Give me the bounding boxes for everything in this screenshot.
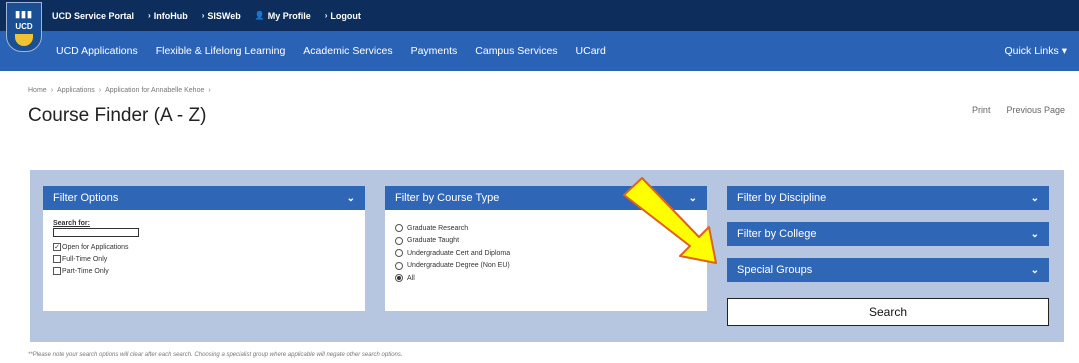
special-groups-header[interactable]: Special Groups ⌄ bbox=[727, 258, 1049, 282]
right-filters: Filter by Discipline ⌄ Filter by College… bbox=[727, 186, 1049, 294]
top-link-label: UCD Service Portal bbox=[52, 10, 135, 21]
chevron-right-icon: › bbox=[50, 87, 54, 94]
radio-button[interactable] bbox=[395, 249, 403, 258]
breadcrumb: Home › Applications › Application for An… bbox=[28, 87, 211, 94]
crest-logo-text: UCD bbox=[15, 22, 33, 31]
filter-options-body: Search for: ✓ Open for Applications Full… bbox=[43, 210, 365, 311]
checkbox-label: Full-Time Only bbox=[62, 255, 108, 263]
filters-container: Filter Options ⌄ Search for: ✓ Open for … bbox=[30, 170, 1064, 342]
course-type-title: Filter by Course Type bbox=[395, 192, 500, 204]
checkbox-full-time[interactable] bbox=[53, 255, 61, 263]
chevron-right-icon: › bbox=[208, 87, 211, 94]
nav-items: UCD Applications Flexible & Lifelong Lea… bbox=[56, 31, 606, 71]
top-link-sisweb[interactable]: › SISWeb bbox=[202, 11, 241, 21]
chevron-right-icon: › bbox=[148, 11, 151, 20]
checkbox-label: Open for Applications bbox=[62, 243, 129, 251]
checkbox-part-time[interactable] bbox=[53, 267, 61, 275]
chevron-right-icon: › bbox=[324, 11, 328, 20]
radio-button[interactable] bbox=[395, 236, 403, 245]
special-groups-title: Special Groups bbox=[737, 264, 813, 276]
course-type-header[interactable]: Filter by Course Type ⌄ bbox=[385, 186, 707, 210]
breadcrumb-home[interactable]: Home bbox=[28, 87, 47, 94]
caret-down-icon: ▾ bbox=[1061, 45, 1067, 57]
radio-graduate-research[interactable]: Graduate Research bbox=[395, 222, 697, 235]
chevron-down-icon: ⌄ bbox=[688, 192, 697, 204]
filter-options-title: Filter Options bbox=[53, 192, 119, 204]
check-full-time[interactable]: Full-Time Only bbox=[53, 253, 355, 265]
filter-options-panel: Filter Options ⌄ Search for: ✓ Open for … bbox=[43, 186, 365, 311]
top-link-label: My Profile bbox=[267, 10, 311, 21]
top-link-logout[interactable]: › Logout bbox=[325, 11, 361, 21]
crest-logo-emblem: ▮▮▮ bbox=[15, 9, 33, 19]
top-link-service-portal[interactable]: UCD Service Portal bbox=[52, 11, 134, 21]
page-actions: Print Previous Page bbox=[972, 105, 1065, 115]
chevron-down-icon: ⌄ bbox=[1030, 264, 1039, 276]
page-title: Course Finder (A - Z) bbox=[28, 105, 207, 126]
checkbox-open-applications[interactable]: ✓ bbox=[53, 243, 61, 251]
radio-undergrad-cert[interactable]: Undergraduate Cert and Diploma bbox=[395, 247, 697, 260]
top-link-label: Logout bbox=[330, 10, 361, 21]
check-part-time[interactable]: Part-Time Only bbox=[53, 265, 355, 277]
radio-label: Undergraduate Degree (Non EU) bbox=[407, 262, 510, 270]
filter-college-title: Filter by College bbox=[737, 228, 817, 240]
checkbox-label: Part-Time Only bbox=[62, 267, 109, 275]
filter-discipline-header[interactable]: Filter by Discipline ⌄ bbox=[727, 186, 1049, 210]
radio-undergrad-degree[interactable]: Undergraduate Degree (Non EU) bbox=[395, 260, 697, 273]
chevron-down-icon: ⌄ bbox=[1030, 192, 1039, 204]
ucd-crest-logo[interactable]: ▮▮▮ UCD bbox=[6, 2, 42, 52]
nav-item-ucd-applications[interactable]: UCD Applications bbox=[56, 45, 138, 57]
radio-all[interactable]: All bbox=[395, 272, 697, 285]
nav-item-ucard[interactable]: UCard bbox=[576, 45, 606, 57]
top-bar: UCD Service Portal › InfoHub › SISWeb 👤 My … bbox=[0, 0, 1079, 31]
radio-label: All bbox=[407, 274, 415, 282]
nav-item-flexible-learning[interactable]: Flexible & Lifelong Learning bbox=[156, 45, 286, 57]
filter-options-header[interactable]: Filter Options ⌄ bbox=[43, 186, 365, 210]
previous-page-link[interactable]: Previous Page bbox=[1006, 105, 1065, 115]
top-link-infohub[interactable]: › InfoHub bbox=[148, 11, 188, 21]
quick-links-menu[interactable]: Quick Links ▾ bbox=[1004, 31, 1067, 71]
filter-college-header[interactable]: Filter by College ⌄ bbox=[727, 222, 1049, 246]
radio-button-selected[interactable] bbox=[395, 274, 403, 283]
radio-button[interactable] bbox=[395, 224, 403, 233]
breadcrumb-current[interactable]: Application for Annabelle Kehoe bbox=[105, 87, 204, 94]
top-links: UCD Service Portal › InfoHub › SISWeb 👤 My … bbox=[52, 0, 361, 31]
filter-discipline-title: Filter by Discipline bbox=[737, 192, 827, 204]
main-nav: UCD Applications Flexible & Lifelong Lea… bbox=[0, 31, 1079, 71]
radio-button[interactable] bbox=[395, 261, 403, 270]
radio-label: Graduate Research bbox=[407, 224, 469, 232]
radio-label: Graduate Taught bbox=[407, 237, 460, 245]
nav-item-campus-services[interactable]: Campus Services bbox=[475, 45, 557, 57]
chevron-down-icon: ⌄ bbox=[1030, 228, 1039, 240]
crest-shield-icon bbox=[15, 34, 33, 46]
top-link-label: InfoHub bbox=[153, 10, 188, 21]
print-link[interactable]: Print bbox=[972, 105, 991, 115]
chevron-down-icon: ⌄ bbox=[346, 192, 355, 204]
chevron-right-icon: › bbox=[201, 11, 205, 20]
search-for-label: Search for: bbox=[53, 220, 90, 227]
course-type-body: Graduate Research Graduate Taught Underg… bbox=[385, 210, 707, 311]
nav-item-academic-services[interactable]: Academic Services bbox=[303, 45, 392, 57]
course-type-panel: Filter by Course Type ⌄ Graduate Researc… bbox=[385, 186, 707, 311]
search-footnote: **Please note your search options will c… bbox=[28, 352, 403, 358]
chevron-right-icon: › bbox=[98, 87, 102, 94]
top-link-my-profile[interactable]: 👤 My Profile bbox=[255, 11, 311, 21]
user-icon: 👤 bbox=[254, 11, 265, 20]
top-link-label: SISWeb bbox=[207, 10, 241, 21]
search-input[interactable] bbox=[53, 228, 139, 237]
quick-links-label: Quick Links bbox=[1004, 45, 1059, 57]
nav-item-payments[interactable]: Payments bbox=[411, 45, 458, 57]
check-open-applications[interactable]: ✓ Open for Applications bbox=[53, 241, 355, 253]
breadcrumb-applications[interactable]: Applications bbox=[57, 87, 95, 94]
search-button[interactable]: Search bbox=[727, 298, 1049, 326]
radio-graduate-taught[interactable]: Graduate Taught bbox=[395, 235, 697, 248]
radio-label: Undergraduate Cert and Diploma bbox=[407, 249, 511, 257]
